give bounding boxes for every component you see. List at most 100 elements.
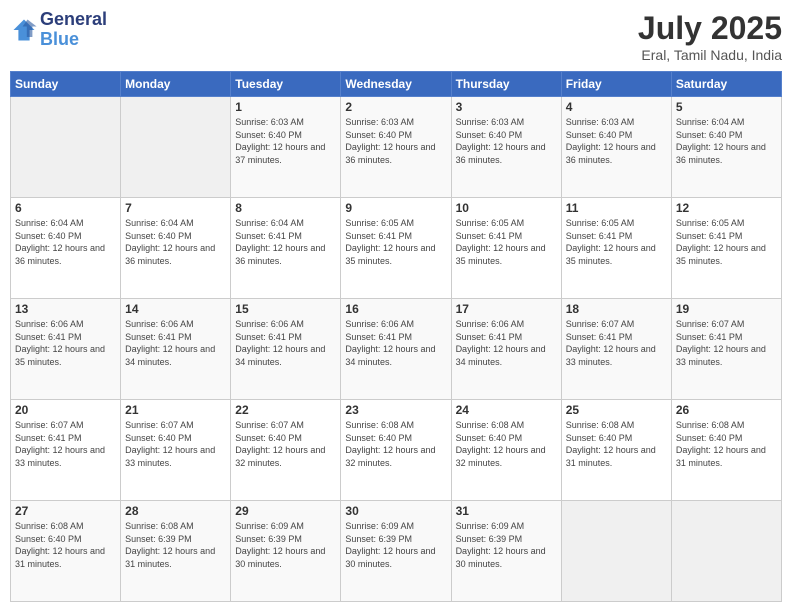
calendar-cell: 2Sunrise: 6:03 AMSunset: 6:40 PMDaylight… — [341, 97, 451, 198]
day-info: Sunrise: 6:09 AMSunset: 6:39 PMDaylight:… — [345, 520, 446, 570]
calendar-cell: 10Sunrise: 6:05 AMSunset: 6:41 PMDayligh… — [451, 198, 561, 299]
day-number: 12 — [676, 201, 777, 215]
day-number: 10 — [456, 201, 557, 215]
calendar-cell: 8 Sunrise: 6:04 AMSunset: 6:41 PMDaylight… — [231, 198, 341, 299]
day-info: Sunrise: 6:08 AMSunset: 6:40 PMDaylight:… — [456, 419, 557, 469]
day-number: 20 — [15, 403, 116, 417]
day-number: 30 — [345, 504, 446, 518]
day-info: Sunrise: 6:07 AMSunset: 6:40 PMDaylight:… — [125, 419, 226, 469]
day-number: 19 — [676, 302, 777, 316]
day-number: 2 — [345, 100, 446, 114]
page: General Blue July 2025 Eral, Tamil Nadu,… — [0, 0, 792, 612]
calendar-cell: 15 Sunrise: 6:06 AMSunset: 6:41 PMDayligh… — [231, 299, 341, 400]
day-number: 14 — [125, 302, 226, 316]
calendar-cell: 29 Sunrise: 6:09 AMSunset: 6:39 PMDayligh… — [231, 501, 341, 602]
day-info: Sunrise: 6:09 AMSunset: 6:39 PMDaylight:… — [235, 520, 336, 570]
day-number: 28 — [125, 504, 226, 518]
calendar-cell: 3 Sunrise: 6:03 AMSunset: 6:40 PMDaylight… — [451, 97, 561, 198]
day-number: 31 — [456, 504, 557, 518]
day-number: 29 — [235, 504, 336, 518]
calendar-cell: 24 Sunrise: 6:08 AMSunset: 6:40 PMDayligh… — [451, 400, 561, 501]
day-number: 6 — [15, 201, 116, 215]
day-info: Sunrise: 6:04 AMSunset: 6:40 PMDaylight:… — [15, 217, 116, 267]
day-number: 17 — [456, 302, 557, 316]
weekday-header-thursday: Thursday — [451, 72, 561, 97]
calendar-cell: 16 Sunrise: 6:06 AMSunset: 6:41 PMDayligh… — [341, 299, 451, 400]
calendar-cell — [121, 97, 231, 198]
day-number: 7 — [125, 201, 226, 215]
calendar-cell: 11Sunrise: 6:05 AMSunset: 6:41 PMDayligh… — [561, 198, 671, 299]
day-number: 11 — [566, 201, 667, 215]
location: Eral, Tamil Nadu, India — [638, 47, 782, 63]
day-info: Sunrise: 6:05 AMSunset: 6:41 PMDaylight:… — [345, 217, 446, 267]
day-info: Sunrise: 6:03 AMSunset: 6:40 PMDaylight:… — [235, 116, 336, 166]
header: General Blue July 2025 Eral, Tamil Nadu,… — [10, 10, 782, 63]
day-info: Sunrise: 6:04 AMSunset: 6:41 PMDaylight:… — [235, 217, 336, 267]
month-year: July 2025 — [638, 10, 782, 47]
day-number: 24 — [456, 403, 557, 417]
calendar-cell: 5Sunrise: 6:04 AMSunset: 6:40 PMDaylight… — [671, 97, 781, 198]
calendar-cell: 28 Sunrise: 6:08 AMSunset: 6:39 PMDayligh… — [121, 501, 231, 602]
calendar-cell: 30 Sunrise: 6:09 AMSunset: 6:39 PMDayligh… — [341, 501, 451, 602]
day-info: Sunrise: 6:06 AMSunset: 6:41 PMDaylight:… — [125, 318, 226, 368]
logo-icon — [10, 16, 38, 44]
day-number: 15 — [235, 302, 336, 316]
day-number: 8 — [235, 201, 336, 215]
day-number: 23 — [345, 403, 446, 417]
calendar-cell: 21 Sunrise: 6:07 AMSunset: 6:40 PMDayligh… — [121, 400, 231, 501]
day-info: Sunrise: 6:07 AMSunset: 6:41 PMDaylight:… — [15, 419, 116, 469]
day-info: Sunrise: 6:07 AMSunset: 6:41 PMDaylight:… — [566, 318, 667, 368]
day-number: 27 — [15, 504, 116, 518]
day-number: 22 — [235, 403, 336, 417]
day-number: 1 — [235, 100, 336, 114]
calendar-cell: 12 Sunrise: 6:05 AMSunset: 6:41 PMDayligh… — [671, 198, 781, 299]
day-number: 5 — [676, 100, 777, 114]
calendar-cell: 20 Sunrise: 6:07 AMSunset: 6:41 PMDayligh… — [11, 400, 121, 501]
calendar-cell — [561, 501, 671, 602]
calendar-cell: 18Sunrise: 6:07 AMSunset: 6:41 PMDayligh… — [561, 299, 671, 400]
day-number: 4 — [566, 100, 667, 114]
day-info: Sunrise: 6:04 AMSunset: 6:40 PMDaylight:… — [125, 217, 226, 267]
day-number: 25 — [566, 403, 667, 417]
day-info: Sunrise: 6:06 AMSunset: 6:41 PMDaylight:… — [456, 318, 557, 368]
calendar-cell: 13 Sunrise: 6:06 AMSunset: 6:41 PMDayligh… — [11, 299, 121, 400]
calendar-cell: 23 Sunrise: 6:08 AMSunset: 6:40 PMDayligh… — [341, 400, 451, 501]
calendar-cell: 27 Sunrise: 6:08 AMSunset: 6:40 PMDayligh… — [11, 501, 121, 602]
weekday-header-friday: Friday — [561, 72, 671, 97]
week-row-3: 13 Sunrise: 6:06 AMSunset: 6:41 PMDayligh… — [11, 299, 782, 400]
day-info: Sunrise: 6:03 AMSunset: 6:40 PMDaylight:… — [566, 116, 667, 166]
week-row-4: 20 Sunrise: 6:07 AMSunset: 6:41 PMDayligh… — [11, 400, 782, 501]
weekday-header-wednesday: Wednesday — [341, 72, 451, 97]
day-number: 21 — [125, 403, 226, 417]
weekday-header-tuesday: Tuesday — [231, 72, 341, 97]
calendar-cell — [671, 501, 781, 602]
week-row-1: 1 Sunrise: 6:03 AMSunset: 6:40 PMDaylight… — [11, 97, 782, 198]
day-info: Sunrise: 6:08 AMSunset: 6:40 PMDaylight:… — [15, 520, 116, 570]
day-info: Sunrise: 6:06 AMSunset: 6:41 PMDaylight:… — [15, 318, 116, 368]
calendar-cell: 14 Sunrise: 6:06 AMSunset: 6:41 PMDayligh… — [121, 299, 231, 400]
title-block: July 2025 Eral, Tamil Nadu, India — [638, 10, 782, 63]
week-row-2: 6 Sunrise: 6:04 AMSunset: 6:40 PMDaylight… — [11, 198, 782, 299]
day-number: 3 — [456, 100, 557, 114]
weekday-header-sunday: Sunday — [11, 72, 121, 97]
weekday-header-monday: Monday — [121, 72, 231, 97]
week-row-5: 27 Sunrise: 6:08 AMSunset: 6:40 PMDayligh… — [11, 501, 782, 602]
calendar-cell: 17 Sunrise: 6:06 AMSunset: 6:41 PMDayligh… — [451, 299, 561, 400]
day-info: Sunrise: 6:08 AMSunset: 6:40 PMDaylight:… — [676, 419, 777, 469]
calendar-cell: 25Sunrise: 6:08 AMSunset: 6:40 PMDayligh… — [561, 400, 671, 501]
day-info: Sunrise: 6:08 AMSunset: 6:39 PMDaylight:… — [125, 520, 226, 570]
day-info: Sunrise: 6:06 AMSunset: 6:41 PMDaylight:… — [345, 318, 446, 368]
logo-text: General Blue — [40, 10, 107, 50]
day-info: Sunrise: 6:08 AMSunset: 6:40 PMDaylight:… — [345, 419, 446, 469]
day-number: 26 — [676, 403, 777, 417]
calendar-cell: 6 Sunrise: 6:04 AMSunset: 6:40 PMDaylight… — [11, 198, 121, 299]
day-number: 16 — [345, 302, 446, 316]
day-info: Sunrise: 6:03 AMSunset: 6:40 PMDaylight:… — [456, 116, 557, 166]
day-info: Sunrise: 6:05 AMSunset: 6:41 PMDaylight:… — [676, 217, 777, 267]
day-number: 13 — [15, 302, 116, 316]
calendar-cell: 7 Sunrise: 6:04 AMSunset: 6:40 PMDaylight… — [121, 198, 231, 299]
day-info: Sunrise: 6:07 AMSunset: 6:40 PMDaylight:… — [235, 419, 336, 469]
day-info: Sunrise: 6:09 AMSunset: 6:39 PMDaylight:… — [456, 520, 557, 570]
logo-line2: Blue — [40, 30, 107, 50]
day-info: Sunrise: 6:06 AMSunset: 6:41 PMDaylight:… — [235, 318, 336, 368]
